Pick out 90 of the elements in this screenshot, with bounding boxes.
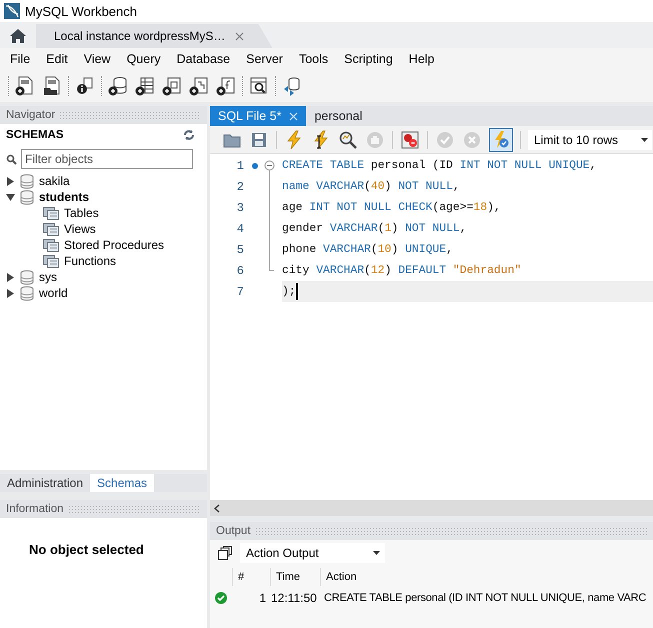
add-procedure-icon[interactable]	[189, 76, 209, 96]
horizontal-scrollbar[interactable]	[210, 500, 653, 516]
schema-name[interactable]: world	[39, 286, 68, 300]
editor-tab[interactable]: SQL File 5*	[210, 106, 306, 126]
code-line: CREATE TABLE personal (ID INT NOT NULL UNIQUE,	[282, 160, 596, 172]
filter-field[interactable]: Filter objects	[21, 149, 193, 169]
code-line: age INT NOT NULL CHECK(age>=18),	[282, 202, 501, 214]
schema-name[interactable]: sys	[39, 270, 57, 284]
home-icon	[9, 28, 27, 44]
magnifier-icon[interactable]	[338, 130, 358, 150]
database-icon	[20, 174, 34, 188]
app-logo-icon	[4, 3, 20, 19]
folder-stack-icon	[43, 222, 59, 236]
new-file-icon[interactable]	[15, 76, 35, 96]
autocommit-toggle-icon[interactable]	[489, 128, 513, 152]
add-function-icon[interactable]	[216, 76, 236, 96]
tab-label: Local instance wordpressMyS…	[54, 29, 226, 43]
line-number: 4	[236, 222, 244, 236]
menu-item[interactable]: Database	[168, 52, 238, 66]
editor-tab[interactable]: personal	[306, 106, 370, 126]
schema-name[interactable]: sakila	[39, 174, 70, 188]
column-header[interactable]: #	[232, 568, 270, 586]
add-database-icon[interactable]	[108, 76, 128, 96]
fold-end-line	[269, 260, 274, 271]
expand-arrow-icon[interactable]	[6, 176, 15, 186]
code-line: city VARCHAR(12) DEFAULT "Dehradun"	[282, 264, 522, 276]
panel-header: Information	[0, 500, 207, 518]
section-title: SCHEMAS	[6, 129, 64, 141]
menu-item[interactable]: Tools	[290, 52, 336, 66]
line-number: 6	[236, 264, 244, 278]
menu-item[interactable]: Edit	[38, 52, 76, 66]
sidebar-tab[interactable]: Schemas	[90, 474, 154, 492]
menu-item[interactable]: Server	[238, 52, 291, 66]
success-check-icon	[215, 592, 227, 604]
panel-header: Navigator	[0, 106, 207, 124]
code-line: );	[282, 286, 296, 298]
folder-stack-icon	[43, 254, 59, 268]
column-header[interactable]: Time	[270, 568, 320, 586]
code-line: name VARCHAR(40) NOT NULL,	[282, 180, 460, 192]
sidebar-tab[interactable]: Administration	[0, 474, 90, 492]
scroll-left-icon[interactable]	[214, 504, 220, 512]
empty-message: No object selected	[28, 541, 145, 557]
limit-dropdown[interactable]: Limit to 10 rows	[528, 130, 652, 150]
folder-stack-icon	[43, 238, 59, 252]
refresh-icon[interactable]	[183, 129, 195, 141]
add-view-icon[interactable]	[162, 76, 182, 96]
menu-item[interactable]: File	[2, 52, 38, 66]
code-line: phone VARCHAR(10) UNIQUE,	[282, 244, 453, 256]
reconnect-icon[interactable]	[282, 76, 302, 96]
column-header[interactable]: Action	[320, 568, 653, 586]
folder-stack-icon	[43, 206, 59, 220]
line-number: 3	[236, 200, 244, 214]
line-number: 1	[236, 158, 244, 172]
code-line: gender VARCHAR(1) NOT NULL,	[282, 222, 467, 234]
tree-item[interactable]: Views	[64, 222, 96, 236]
menu-item[interactable]: Help	[400, 52, 443, 66]
close-icon[interactable]	[235, 32, 244, 40]
database-icon	[20, 270, 34, 284]
expand-arrow-icon[interactable]	[6, 272, 15, 282]
database-icon	[20, 286, 34, 300]
menu-item[interactable]: Query	[118, 52, 169, 66]
add-table-icon[interactable]	[135, 76, 155, 96]
tree-item[interactable]: Tables	[64, 206, 99, 220]
schema-name[interactable]: students	[39, 190, 90, 204]
line-number: 5	[236, 242, 244, 256]
line-number: 7	[236, 284, 244, 298]
tree-item[interactable]: Functions	[64, 254, 116, 268]
table-cell-text: CREATE TABLE personal (ID INT NOT NULL UNIQUE, name VARC	[323, 592, 648, 604]
menu-item[interactable]: Scripting	[336, 52, 401, 66]
text-cursor	[296, 283, 298, 300]
search-icon	[6, 154, 17, 164]
window-title: MySQL Workbench	[25, 4, 137, 18]
connection-tab[interactable]: Local instance wordpressMyS…	[36, 24, 272, 48]
collapse-arrow-icon[interactable]	[6, 192, 15, 202]
expand-arrow-icon[interactable]	[6, 288, 15, 298]
table-cell-text: 12:11:50	[270, 591, 318, 605]
stop-on-error-icon[interactable]	[400, 130, 420, 150]
inspect-table-icon[interactable]	[249, 76, 269, 96]
dropdown-arrow-icon	[373, 551, 380, 555]
menu-item[interactable]: View	[76, 52, 119, 66]
panel-header: Output	[210, 522, 653, 540]
copy-icon[interactable]	[218, 546, 232, 560]
line-number: 2	[236, 180, 244, 194]
info-icon[interactable]	[75, 76, 95, 96]
database-icon	[20, 190, 34, 204]
output-mode-dropdown[interactable]: Action Output	[240, 543, 385, 563]
dropdown-arrow-icon	[641, 138, 648, 142]
tree-item[interactable]: Stored Procedures	[64, 238, 164, 252]
table-cell-text: 1	[258, 591, 267, 605]
open-file-icon[interactable]	[42, 76, 62, 96]
